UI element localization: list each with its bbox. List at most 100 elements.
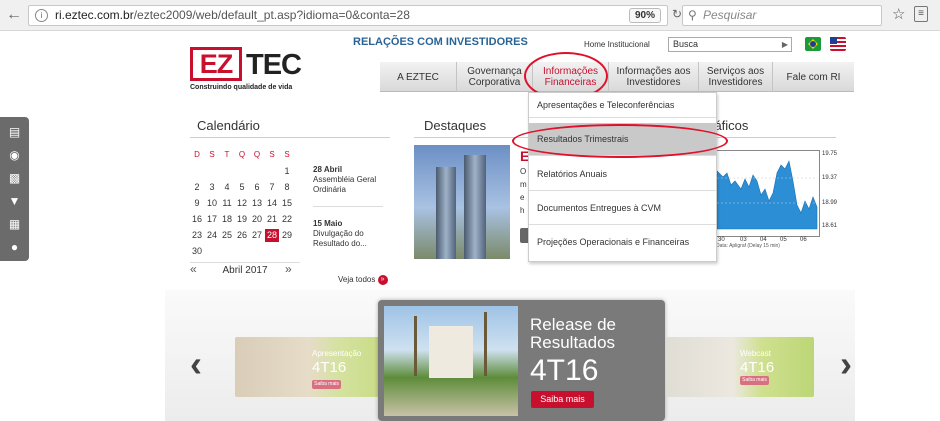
volume-icon[interactable]: ◉	[7, 148, 22, 163]
weekday-label: Q	[253, 150, 261, 159]
zoom-indicator[interactable]: 90%	[628, 8, 661, 23]
calendar-day[interactable]: 25	[220, 229, 234, 242]
menu-item-projecoes[interactable]: Projeções Operacionais e Financeiras	[529, 226, 716, 259]
back-arrow-icon[interactable]: ←	[6, 6, 22, 24]
calendar-day[interactable]: 12	[235, 197, 249, 210]
stock-chart[interactable]	[716, 150, 820, 237]
weekday-label: S	[209, 150, 215, 159]
calendar-day[interactable]: 13	[250, 197, 264, 210]
calendar-day[interactable]: 1	[280, 165, 294, 178]
bookmark-star-icon[interactable]: ☆	[892, 5, 905, 23]
calendar-day[interactable]: 3	[205, 181, 219, 194]
download-icon[interactable]: ▼	[7, 194, 22, 209]
clipboard-icon[interactable]: ▤	[7, 125, 22, 140]
calendar-day[interactable]: 11	[220, 197, 234, 210]
menu-item-documentos-cvm[interactable]: Documentos Entregues à CVM	[529, 192, 716, 225]
left-tool-dock: ▤ ◉ ▩ ▼ ▦ ●	[0, 117, 29, 261]
carousel-card-apresentacao[interactable]: Apresentação 4T16 Saiba mais	[235, 337, 383, 397]
site-search-input[interactable]: Busca ▶	[668, 37, 792, 52]
destaque-image[interactable]	[414, 145, 510, 259]
release-photo	[384, 306, 518, 416]
calendar-day[interactable]: 29	[280, 229, 294, 242]
palm-tree	[484, 312, 487, 376]
calendar-day[interactable]: 23	[190, 229, 204, 242]
menu-item-apresentacoes[interactable]: Apresentações e Teleconferências	[529, 93, 716, 118]
card-saiba-mais-button[interactable]: Saiba mais	[312, 380, 341, 389]
see-all-link[interactable]: Veja todos »	[338, 275, 388, 285]
calendar-day[interactable]: 22	[280, 213, 294, 226]
card-saiba-mais-button[interactable]: Saiba mais	[740, 376, 769, 385]
flag-canton	[830, 37, 837, 44]
building-block	[429, 326, 473, 378]
calendar-day[interactable]: 14	[265, 197, 279, 210]
browser-search-input[interactable]: ⚲ Pesquisar	[682, 5, 882, 26]
calendar-day[interactable]: 18	[220, 213, 234, 226]
calendar-day[interactable]: 5	[235, 181, 249, 194]
event-text: Divulgação do Resultado do...	[313, 229, 367, 248]
event-date: 15 Maio	[313, 219, 343, 228]
home-institucional-link[interactable]: Home Institucional	[584, 40, 650, 49]
calendar-day[interactable]: 20	[250, 213, 264, 226]
calendar-day[interactable]: 4	[220, 181, 234, 194]
financeiras-dropdown: Apresentações e Teleconferências Resulta…	[528, 92, 717, 262]
calendar-day[interactable]: 7	[265, 181, 279, 194]
event-item[interactable]: 28 Abril Assembléia Geral Ordinária	[313, 165, 383, 195]
carousel-prev-icon[interactable]: ‹	[190, 343, 202, 385]
next-month-icon[interactable]: »	[285, 262, 292, 276]
logo-ez: EZ	[190, 47, 242, 81]
stock-chart-svg	[716, 160, 818, 230]
main-nav: A EZTEC Governança Corporativa Informaçõ…	[380, 62, 854, 92]
nav-fale-com-ri[interactable]: Fale com RI	[772, 62, 854, 92]
chart-y-tick: 18.61	[822, 223, 838, 229]
search-go-icon[interactable]: ▶	[782, 38, 788, 51]
calendar-day[interactable]: 2	[190, 181, 204, 194]
nav-informacoes-investidores[interactable]: Informações aos Investidores	[608, 62, 698, 92]
menu-item-relatorios-anuais[interactable]: Relatórios Anuais	[529, 158, 716, 191]
carousel-next-icon[interactable]: ›	[840, 343, 852, 385]
nav-servicos[interactable]: Serviços aos Investidores	[698, 62, 772, 92]
bar-chart-icon[interactable]: ▩	[7, 171, 22, 186]
event-item[interactable]: 15 Maio Divulgação do Resultado do...	[313, 219, 383, 249]
calendar-day[interactable]: 16	[190, 213, 204, 226]
users-icon[interactable]: ●	[7, 240, 22, 255]
calendar-day[interactable]: 30	[190, 245, 204, 258]
calendar-day[interactable]: 27	[250, 229, 264, 242]
calendar-day[interactable]: 15	[280, 197, 294, 210]
release-title-2: Resultados	[530, 333, 616, 352]
weekday-label: Q	[238, 150, 246, 159]
event-divider	[313, 206, 383, 207]
calendar-icon[interactable]: ▦	[7, 217, 22, 232]
reader-list-icon[interactable]: ≡	[914, 6, 928, 22]
nav-governanca[interactable]: Governança Corporativa	[456, 62, 532, 92]
refresh-icon[interactable]: ↻	[672, 7, 682, 21]
calendar-day[interactable]: 6	[250, 181, 264, 194]
event-date: 28 Abril	[313, 165, 343, 174]
calendar-day[interactable]: 8	[280, 181, 294, 194]
month-label: Abril 2017	[190, 262, 300, 276]
us-flag-icon[interactable]	[830, 37, 846, 51]
card-label: Webcast	[740, 349, 771, 358]
annotation-oval-dropdown	[512, 124, 728, 158]
arrow-right-icon: »	[377, 275, 388, 285]
chart-x-tick: 05	[780, 237, 787, 243]
calendar-day[interactable]: 26	[235, 229, 249, 242]
carousel-card-webcast[interactable]: Webcast 4T16 Saiba mais	[666, 337, 814, 397]
calendar-day[interactable]: 17	[205, 213, 219, 226]
card-label: Apresentação	[312, 349, 362, 358]
brazil-flag-icon[interactable]	[805, 37, 821, 51]
carousel-card-release[interactable]: Release de Resultados 4T16 Saiba mais	[378, 300, 665, 421]
calendar-day[interactable]: 28	[265, 229, 279, 242]
calendar-day[interactable]: 21	[265, 213, 279, 226]
card-value: 4T16	[740, 359, 775, 376]
chart-y-tick: 18.99	[822, 200, 838, 206]
info-icon[interactable]: i	[35, 9, 48, 22]
logo-tagline: Construindo qualidade de vida	[190, 84, 293, 91]
calendar-day[interactable]: 24	[205, 229, 219, 242]
calendar-day[interactable]: 9	[190, 197, 204, 210]
release-saiba-mais-button[interactable]: Saiba mais	[531, 391, 594, 408]
address-bar[interactable]: i ri.eztec.com.br/eztec2009/web/default_…	[28, 5, 668, 26]
calendar-day[interactable]: 19	[235, 213, 249, 226]
nav-a-eztec[interactable]: A EZTEC	[380, 62, 456, 92]
calendar-day[interactable]: 10	[205, 197, 219, 210]
flag-circle	[810, 41, 816, 47]
